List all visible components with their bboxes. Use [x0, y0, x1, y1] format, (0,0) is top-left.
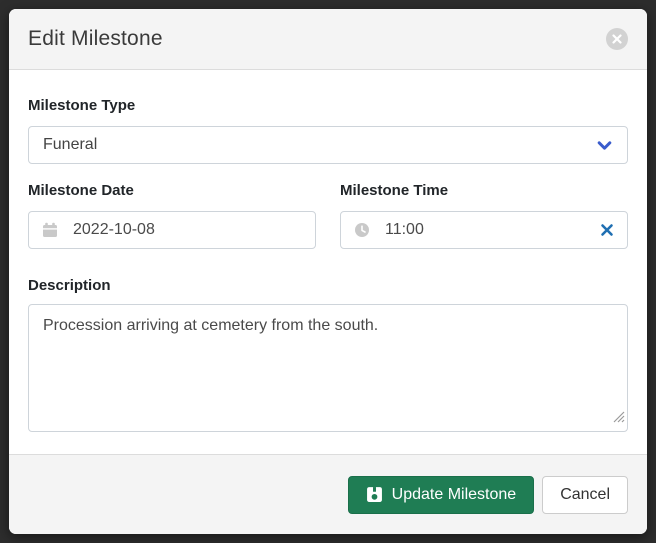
milestone-time-input[interactable] — [340, 211, 628, 249]
milestone-time-field: Milestone Time — [340, 182, 628, 249]
chevron-down-icon — [596, 137, 613, 154]
description-textarea[interactable]: Procession arriving at cemetery from the… — [28, 304, 628, 432]
save-icon — [366, 486, 383, 503]
date-time-row: Milestone Date Milestone Time — [28, 182, 628, 249]
milestone-type-value: Funeral — [43, 136, 97, 154]
x-icon — [600, 223, 614, 237]
clear-time-button[interactable] — [598, 221, 616, 239]
close-button[interactable] — [606, 28, 628, 50]
milestone-date-field: Milestone Date — [28, 182, 316, 249]
milestone-type-select[interactable]: Funeral — [28, 126, 628, 164]
modal-footer: Update Milestone Cancel — [9, 454, 647, 534]
update-milestone-button[interactable]: Update Milestone — [348, 476, 535, 514]
update-milestone-label: Update Milestone — [392, 486, 517, 504]
circle-x-icon — [612, 34, 622, 44]
milestone-time-label: Milestone Time — [340, 182, 628, 199]
milestone-date-input[interactable] — [28, 211, 316, 249]
modal-body: Milestone Type Funeral Milestone Date — [9, 70, 647, 454]
cancel-button[interactable]: Cancel — [542, 476, 628, 514]
milestone-type-label: Milestone Type — [28, 97, 628, 114]
milestone-date-label: Milestone Date — [28, 182, 316, 199]
modal-header: Edit Milestone — [9, 9, 647, 70]
cancel-label: Cancel — [560, 486, 610, 504]
modal-title: Edit Milestone — [28, 27, 163, 51]
description-label: Description — [28, 277, 628, 294]
edit-milestone-modal: Edit Milestone Milestone Type Funeral Mi… — [9, 9, 647, 534]
